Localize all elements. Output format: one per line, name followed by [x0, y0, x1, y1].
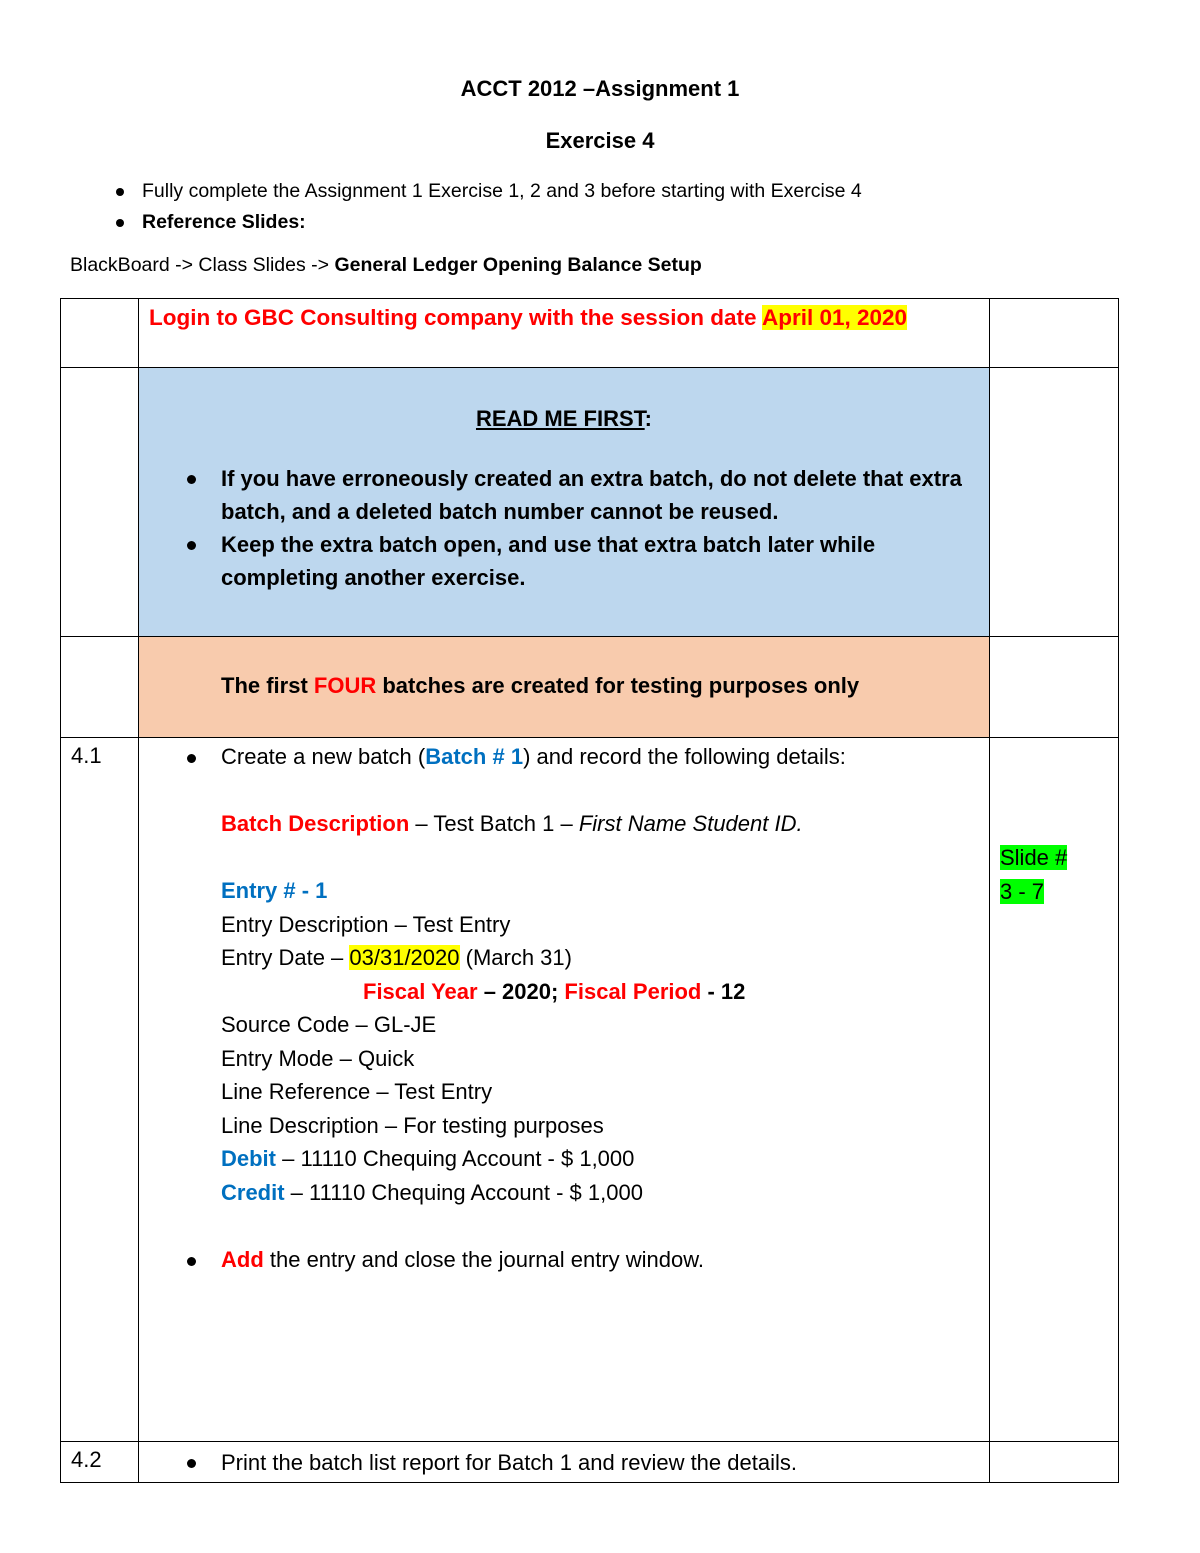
intro-item: Fully complete the Assignment 1 Exercise…	[116, 176, 862, 207]
testing-note-row: The first FOUR batches are created for t…	[60, 636, 1119, 738]
entry-date-line: Entry Date – 03/31/2020 (March 31)	[221, 945, 572, 970]
step-instructions: Create a new batch (Batch # 1) and recor…	[139, 738, 989, 1276]
slide-reference: Slide # 3 - 7	[1000, 845, 1068, 904]
line-description-line: Line Description – For testing purposes	[221, 1112, 604, 1138]
entry-mode-line: Entry Mode – Quick	[221, 1045, 415, 1071]
read-me-list: If you have erroneously created an extra…	[139, 462, 989, 594]
step-row-4-2: 4.2 Print the batch list report for Batc…	[60, 1441, 1119, 1483]
credit-line: Credit – 11110 Chequing Account - $ 1,00…	[221, 1179, 643, 1205]
intro-list: Fully complete the Assignment 1 Exercise…	[116, 176, 862, 238]
exercise-table: Login to GBC Consulting company with the…	[60, 298, 1119, 1483]
login-row: Login to GBC Consulting company with the…	[60, 298, 1119, 368]
read-me-row: READ ME FIRST: If you have erroneously c…	[60, 367, 1119, 637]
step-instruction: Print the batch list report for Batch 1 …	[139, 1446, 989, 1479]
entry-description-line: Entry Description – Test Entry	[221, 911, 511, 937]
batch-number: Batch # 1	[425, 744, 524, 769]
add-entry-line: Add the entry and close the journal entr…	[139, 1243, 989, 1277]
exercise-heading: Exercise 4	[545, 128, 655, 153]
step-number: 4.1	[71, 743, 102, 768]
read-me-heading: READ ME FIRST:	[475, 406, 652, 431]
session-date: April 01, 2020	[761, 305, 908, 330]
step-number: 4.2	[71, 1447, 102, 1472]
entry-number: Entry # - 1	[221, 878, 328, 903]
document-title: ACCT 2012 –Assignment 1	[460, 76, 740, 101]
login-instruction: Login to GBC Consulting company with the…	[149, 305, 908, 330]
source-code-line: Source Code – GL-JE	[221, 1012, 437, 1037]
reference-path-target: General Ledger Opening Balance Setup	[334, 254, 702, 276]
debit-line: Debit – 11110 Chequing Account - $ 1,000	[221, 1146, 635, 1171]
read-me-item: Keep the extra batch open, and use that …	[139, 528, 989, 594]
step-row-4-1: 4.1 Create a new batch (Batch # 1) and r…	[60, 737, 1119, 1442]
line-reference-line: Line Reference – Test Entry	[221, 1079, 493, 1104]
testing-note: The first FOUR batches are created for t…	[221, 673, 860, 698]
reference-path: BlackBoard -> Class Slides -> General Le…	[70, 254, 702, 276]
intro-item: Reference Slides:	[116, 207, 862, 238]
read-me-item: If you have erroneously created an extra…	[139, 462, 989, 528]
fiscal-line: Fiscal Year – 2020; Fiscal Period - 12	[363, 978, 746, 1004]
batch-description-line: Batch Description – Test Batch 1 – First…	[221, 811, 803, 836]
